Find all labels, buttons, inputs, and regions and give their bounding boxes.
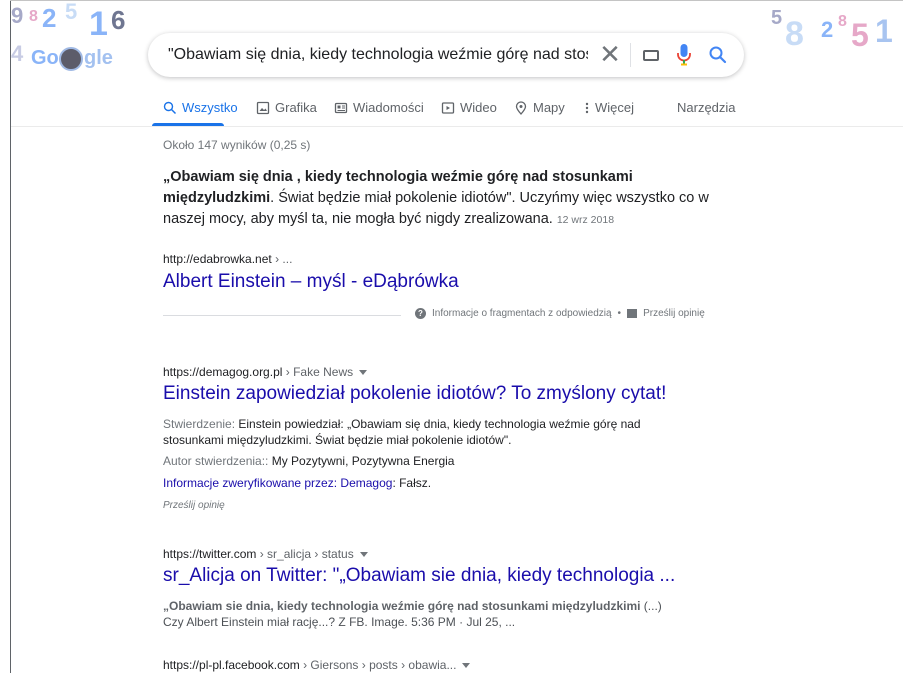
doodle-digit: 4 [11, 41, 24, 66]
author-label: Autor stwierdzenia:: [163, 454, 272, 468]
send-feedback-link[interactable]: Prześlij opinię [163, 500, 225, 511]
doodle-digit: 5 [771, 7, 783, 29]
tab-maps[interactable]: Mapy [514, 100, 565, 115]
logo-text: Go [31, 47, 59, 69]
url-breadcrumb: › sr_alicja › status [256, 547, 354, 561]
doodle-digit: 8 [838, 13, 847, 30]
claim-author: Autor stwierdzenia:: My Pozytywni, Pozyt… [163, 453, 454, 469]
chevron-down-icon[interactable] [359, 370, 368, 376]
help-icon[interactable]: ? [415, 308, 426, 319]
einstein-face-icon [59, 47, 83, 71]
search-icon [163, 101, 177, 114]
tab-label: Wideo [460, 100, 497, 115]
search-divider [630, 43, 631, 67]
doodle-digit: 5 [65, 0, 78, 24]
image-icon [256, 101, 270, 114]
url-host: https://twitter.com [163, 547, 257, 561]
doodle-digit: 1 [875, 13, 893, 49]
description-line: Czy Albert Einstein miał rację...? Z FB.… [163, 615, 516, 629]
doodle-digit: 1 [89, 5, 108, 43]
about-snippets-link[interactable]: Informacje o fragmentach z odpowiedzią [432, 308, 612, 319]
result-title-link[interactable]: Albert Einstein – myśl - eDąbrówka [163, 271, 459, 293]
verdict-value: : Fałsz. [392, 476, 432, 490]
url-breadcrumb: › Giersons › posts › obawia... [299, 658, 457, 672]
description-bold: „Obawiam sie dnia, kiedy technologia weź… [163, 599, 641, 613]
tab-news[interactable]: Wiadomości [334, 100, 424, 115]
fact-checker-link[interactable]: Informacje zweryfikowane przez: Demagog [163, 476, 392, 490]
doodle-digit: 2 [821, 17, 834, 42]
keyboard-icon[interactable] [643, 50, 659, 61]
google-doodle-logo[interactable]: 9 8 2 5 1 6 4 Go gle [11, 0, 136, 71]
map-pin-icon [515, 100, 527, 115]
author-value: My Pozytywni, Pozytywna Energia [271, 454, 455, 468]
doodle-digit: 9 [11, 3, 24, 28]
search-input[interactable]: "Obawiam się dnia, kiedy technologia weź… [168, 46, 588, 64]
doodle-digit: 8 [785, 15, 804, 53]
clear-search-icon[interactable]: ✕ [596, 41, 624, 69]
logo-text: gle [84, 47, 113, 69]
tab-label: Wszystko [182, 100, 238, 115]
url-breadcrumb: › ... [271, 252, 293, 266]
result-description: „Obawiam sie dnia, kiedy technologia weź… [163, 598, 723, 630]
doodle-digit: 5 [851, 17, 869, 53]
tab-more[interactable]: Więcej [584, 100, 634, 115]
url-host: https://demagog.org.pl [163, 365, 283, 379]
snippet-date: 12 wrz 2018 [556, 214, 615, 226]
video-icon [441, 101, 455, 114]
result-title-link[interactable]: sr_Alicja on Twitter: "„Obawiam sie dnia… [163, 565, 675, 587]
description-tail: (...) [640, 599, 662, 613]
tab-images[interactable]: Grafika [256, 100, 317, 115]
claim-label: Stwierdzenie: [163, 417, 239, 431]
doodle-digit: 2 [42, 3, 57, 33]
featured-snippet-text: „Obawiam się dnia , kiedy technologia we… [163, 167, 733, 231]
tab-videos[interactable]: Wideo [441, 100, 497, 115]
doodle-digit: 6 [111, 5, 126, 35]
fact-check-verdict: Informacje zweryfikowane przez: Demagog:… [163, 476, 431, 490]
tab-label: Mapy [533, 100, 565, 115]
tab-tools[interactable]: Narzędzia [677, 100, 736, 115]
result-url[interactable]: https://pl-pl.facebook.com › Giersons › … [163, 658, 471, 672]
tab-label: Wiadomości [353, 100, 424, 115]
result-url[interactable]: https://demagog.org.pl › Fake News [163, 365, 368, 379]
microphone-icon[interactable] [677, 44, 691, 66]
url-host: http://edabrowka.net [163, 252, 272, 266]
chevron-down-icon[interactable] [359, 552, 368, 558]
search-icon[interactable] [708, 45, 728, 65]
result-url[interactable]: http://edabrowka.net › ... [163, 252, 292, 266]
result-url[interactable]: https://twitter.com › sr_alicja › status [163, 547, 368, 561]
claim-text: Stwierdzenie: Einstein powiedział: „Obaw… [163, 416, 683, 448]
send-feedback-link[interactable]: Prześlij opinię [643, 308, 705, 319]
active-tab-indicator [152, 123, 224, 126]
doodle-decoration: 5 8 2 8 5 1 [771, 7, 903, 67]
search-box[interactable]: "Obawiam się dnia, kiedy technologia weź… [148, 33, 744, 77]
result-stats: Około 147 wyników (0,25 s) [163, 138, 311, 152]
tab-label: Grafika [275, 100, 317, 115]
tab-all[interactable]: Wszystko [163, 100, 238, 115]
news-icon [334, 102, 348, 113]
separator-dot: • [617, 308, 622, 319]
url-host: https://pl-pl.facebook.com [163, 658, 300, 672]
feedback-flag-icon[interactable] [627, 309, 638, 318]
snippet-feedback-bar: ? Informacje o fragmentach z odpowiedzią… [415, 308, 705, 319]
url-breadcrumb: › Fake News [282, 365, 354, 379]
tab-label: Więcej [595, 100, 635, 115]
doodle-digit: 8 [29, 8, 38, 25]
divider [163, 315, 401, 316]
result-title-link[interactable]: Einstein zapowiedział pokolenie idiotów?… [163, 383, 666, 405]
more-vert-icon [585, 102, 589, 113]
chevron-down-icon[interactable] [462, 663, 471, 669]
tab-label: Narzędzia [677, 100, 736, 115]
